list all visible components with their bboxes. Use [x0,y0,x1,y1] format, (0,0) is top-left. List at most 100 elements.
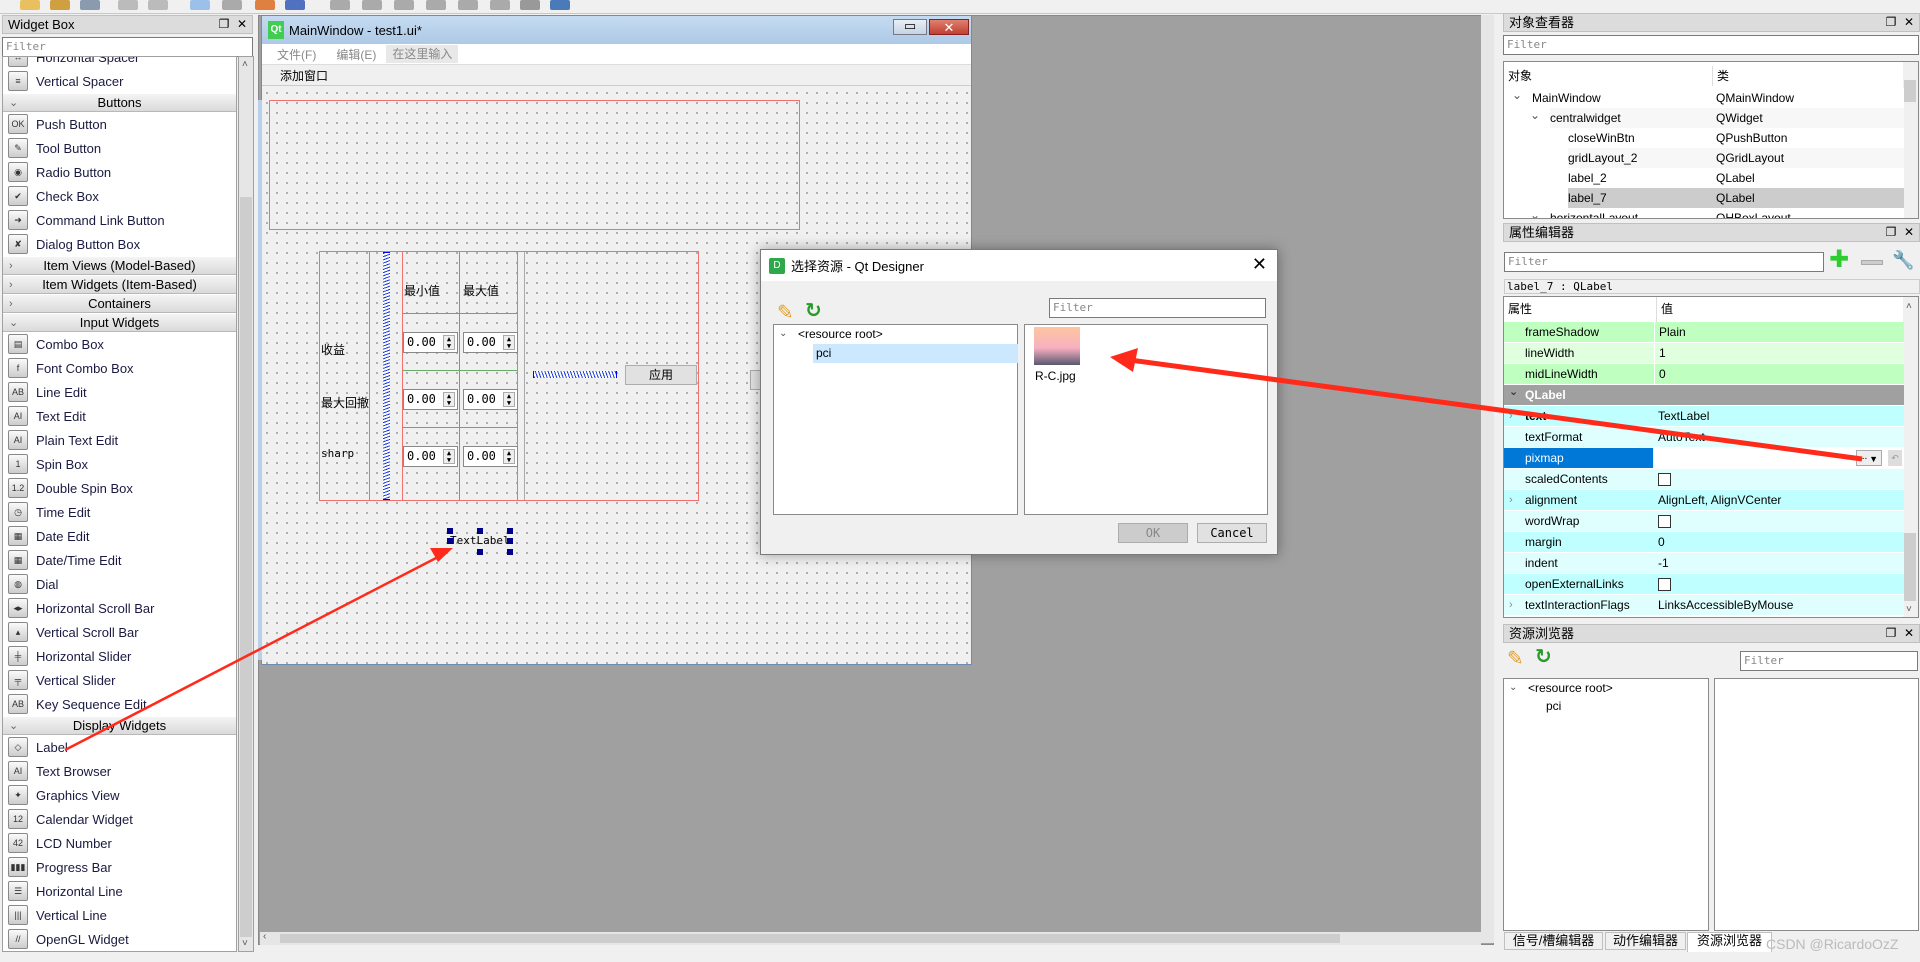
min-return-spinbox[interactable]: 0.00 ▲ ▼ [403,332,458,353]
break-layout-icon[interactable] [520,0,540,10]
edit-widgets-icon[interactable] [190,0,210,10]
property-section-qlabel[interactable]: ⌄ QLabel [1504,385,1904,406]
chevron-down-icon[interactable]: ⌄ [1530,205,1540,218]
dialog-filter-input[interactable]: Filter [1049,298,1266,318]
widget-item-spin-box[interactable]: 1 Spin Box [3,452,236,476]
widget-item-graphics-view[interactable]: ✦ Graphics View [3,783,236,807]
resource-root-item[interactable]: <resource root> [798,327,883,341]
spin-arrows-icon[interactable]: ▲ ▼ [503,392,515,407]
category-containers[interactable]: › Containers [3,294,236,313]
widget-item-tool-button[interactable]: ✎ Tool Button [3,136,236,160]
property-value[interactable]: 0 [1654,364,1904,384]
property-row-textFormat[interactable]: textFormat AutoText [1504,427,1904,448]
edit-buddies-icon[interactable] [255,0,275,10]
add-dynamic-property-icon[interactable]: ✚ [1829,247,1849,273]
property-row-indent[interactable]: indent -1 [1504,553,1904,574]
property-value[interactable]: TextLabel [1654,406,1904,426]
layout-vertical-icon[interactable] [362,0,382,10]
scrollbar-thumb[interactable] [240,197,252,937]
widget-item-text-browser[interactable]: AI Text Browser [3,759,236,783]
reload-icon[interactable]: ↻ [805,298,822,323]
widget-item-lcd-number[interactable]: 42 LCD Number [3,831,236,855]
object-tree-row[interactable]: ⌄ MainWindow QMainWindow [1504,88,1904,108]
object-inspector-filter-input[interactable]: Filter [1503,35,1919,55]
tab-resource-browser[interactable]: 资源浏览器 [1687,932,1772,952]
scrollbar-thumb[interactable] [1904,533,1916,601]
menu-type-here[interactable]: 在这里输入 [386,45,459,63]
widget-item-check-box[interactable]: ✔ Check Box [3,184,236,208]
rc-jpg-thumbnail[interactable] [1034,327,1080,365]
resize-handle[interactable] [447,528,453,534]
dialog-close-icon[interactable]: ✕ [1252,254,1267,275]
add-window-action[interactable]: 添加窗口 [280,67,328,84]
float-icon[interactable]: ❐ [216,16,232,33]
checkbox[interactable] [1658,578,1671,592]
property-value[interactable] [1654,469,1904,489]
widget-item-calendar-widget[interactable]: 12 Calendar Widget [3,807,236,831]
widget-item-horizontal-slider[interactable]: ╪ Horizontal Slider [3,644,236,668]
spin-arrows-icon[interactable]: ▲ ▼ [503,335,515,350]
property-row-margin[interactable]: margin 0 [1504,532,1904,553]
property-row-lineWidth[interactable]: lineWidth 1 [1504,343,1904,364]
dropdown-arrow-icon[interactable]: ▼ [1869,449,1878,470]
float-icon[interactable]: ❐ [1883,224,1899,241]
header-value[interactable]: 值 [1656,297,1673,322]
widget-item-horizontal-scroll-bar[interactable]: ◂▸ Horizontal Scroll Bar [3,596,236,620]
property-row-pixmap[interactable]: pixmap... ▼ ↶ [1504,448,1904,469]
property-filter-input[interactable]: Filter [1504,252,1824,272]
object-tree-row[interactable]: label_7 QLabel [1504,188,1904,208]
widget-item-key-sequence-edit[interactable]: AB Key Sequence Edit [3,692,236,716]
min-drawdown-spinbox[interactable]: 0.00 ▲ ▼ [403,389,458,410]
property-value[interactable]: AlignLeft, AlignVCenter [1654,490,1904,510]
property-row-openExternalLinks[interactable]: openExternalLinks [1504,574,1904,595]
adjust-size-icon[interactable] [550,0,570,10]
tab-signal-slot-editor[interactable]: 信号/槽编辑器 [1504,932,1603,950]
header-property[interactable]: 属性 [1508,302,1532,316]
close-icon[interactable]: ✕ [1901,224,1917,241]
layout-splitter-v-icon[interactable] [426,0,446,10]
widget-item-radio-button[interactable]: ◉ Radio Button [3,160,236,184]
widget-item-vertical-scroll-bar[interactable]: ▴ Vertical Scroll Bar [3,620,236,644]
edit-signals-icon[interactable] [222,0,242,10]
resource-pci-item[interactable]: pci [1546,699,1561,713]
copy-icon[interactable] [118,0,138,10]
property-value[interactable]: LinksAccessibleByMouse [1654,595,1904,615]
chevron-down-icon[interactable]: ⌄ [1509,682,1517,693]
property-row-alignment[interactable]: › alignment AlignLeft, AlignVCenter [1504,490,1904,511]
property-value[interactable]: AutoText [1654,427,1904,447]
widget-item-horizontal-spacer[interactable]: ↔ Horizontal Spacer [3,57,236,69]
scrollbar-thumb[interactable] [1904,80,1916,102]
max-drawdown-spinbox[interactable]: 0.00 ▲ ▼ [463,389,518,410]
close-icon[interactable]: ✕ [1901,625,1917,642]
resource-filter-input[interactable]: Filter [1740,651,1918,671]
chevron-down-icon[interactable]: ⌄ [1512,85,1522,105]
scroll-down-icon[interactable]: ˅ [242,938,248,949]
layout-horizontal-icon[interactable] [330,0,350,10]
widget-item-plain-text-edit[interactable]: AI Plain Text Edit [3,428,236,452]
ok-button[interactable]: OK [1118,523,1188,543]
checkbox[interactable] [1658,515,1671,529]
layout-grid-icon[interactable] [458,0,478,10]
property-value[interactable]: -1 [1654,553,1904,573]
object-tree-scrollbar[interactable] [1903,62,1918,218]
widget-item-vertical-slider[interactable]: ╤ Vertical Slider [3,668,236,692]
spin-arrows-icon[interactable]: ▲ ▼ [443,392,455,407]
header-object[interactable]: 对象 [1508,69,1532,83]
category-buttons[interactable]: ⌄ Buttons [3,93,236,112]
top-layout-frame[interactable] [269,100,800,230]
float-icon[interactable]: ❐ [1883,625,1899,642]
chevron-down-icon[interactable]: ⌄ [1530,105,1540,125]
menu-edit[interactable]: 编辑(E) [326,46,386,63]
widget-item-line-edit[interactable]: AB Line Edit [3,380,236,404]
property-table-scrollbar[interactable]: ˄ ˅ [1903,297,1918,617]
cancel-button[interactable]: Cancel [1197,523,1267,543]
reload-icon[interactable]: ↻ [1535,644,1552,669]
layout-splitter-h-icon[interactable] [394,0,414,10]
property-row-text[interactable]: › text TextLabel [1504,406,1904,427]
widget-item-font-combo-box[interactable]: f Font Combo Box [3,356,236,380]
widget-item-date-time-edit[interactable]: ▦ Date/Time Edit [3,548,236,572]
edit-tab-order-icon[interactable] [285,0,305,10]
widget-item-opengl-widget[interactable]: // OpenGL Widget [3,927,236,951]
window-close-button[interactable]: ✕ [929,19,969,35]
widget-item-time-edit[interactable]: ◷ Time Edit [3,500,236,524]
